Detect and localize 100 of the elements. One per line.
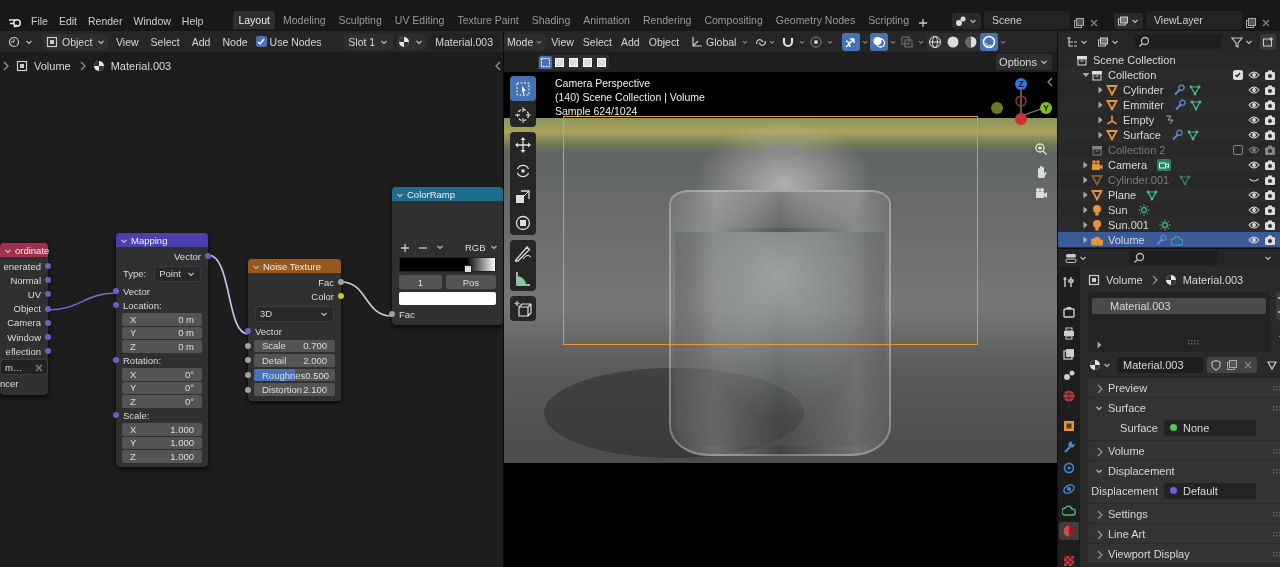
menu-item[interactable]: File: [27, 13, 52, 29]
scene-field[interactable]: Scene: [984, 11, 1070, 29]
node-header[interactable]: ColorRamp: [392, 187, 503, 201]
menu-item[interactable]: Add: [617, 33, 644, 50]
mode-dropdown[interactable]: Mode: [504, 33, 547, 50]
outliner-item-name: Surface: [1123, 128, 1161, 141]
panel-header[interactable]: Viewport Display: [1088, 544, 1280, 563]
menu-item[interactable]: Window: [129, 13, 175, 29]
slot-dropdown[interactable]: Slot 1: [344, 33, 394, 50]
outliner-row[interactable]: Volume: [1058, 232, 1280, 247]
number-field[interactable]: Pos: [445, 275, 496, 289]
property-label: Surface: [1119, 421, 1159, 434]
number-field[interactable]: Z 0°: [122, 395, 202, 408]
outliner-row[interactable]: Cylinder: [1058, 82, 1280, 97]
slider-field[interactable]: Detail 2.000: [254, 354, 335, 367]
outliner-row[interactable]: Scene Collection: [1058, 52, 1280, 67]
menu-item[interactable]: Object: [644, 33, 684, 50]
view-layer-field[interactable]: ViewLayer: [1146, 11, 1242, 29]
socket-label: Vector: [123, 285, 150, 297]
socket-label: Object: [13, 303, 41, 315]
checkbox-label[interactable]: Use Nodes: [269, 35, 322, 48]
workspace-tab[interactable]: Sculpting: [333, 11, 387, 29]
navigation-gizmo[interactable]: Z Y: [986, 74, 1056, 130]
orientation-dropdown[interactable]: Global: [687, 33, 753, 50]
node-card[interactable]: Mapping Vector Type: Point Vector Location: X 0 m Y 0 m Z 0 m Rotation: X 0° Y 0° Z 0° Scale: X 1.000 Y 1.000 Z 1.000: [116, 233, 208, 468]
socket-label: Camera: [7, 317, 41, 329]
socket-label: UV: [27, 288, 41, 300]
breadcrumb-item[interactable]: Volume: [1106, 273, 1143, 286]
menu-item[interactable]: Help: [177, 13, 208, 29]
socket-label: Vector: [174, 250, 201, 262]
outliner-row[interactable]: Cylinder.001: [1058, 172, 1280, 187]
outliner-item-name: Plane: [1108, 188, 1137, 201]
shader-link-field[interactable]: None: [1164, 419, 1256, 436]
socket-label: Color: [311, 290, 334, 302]
menu-item[interactable]: Select: [578, 33, 617, 50]
panel-header[interactable]: Preview: [1088, 378, 1280, 397]
number-field[interactable]: Z 0 m: [122, 340, 202, 353]
viewport-info-text: Sample 624/1024: [555, 105, 639, 117]
number-field[interactable]: X 0°: [122, 368, 202, 381]
panel-header[interactable]: Surface: [1088, 398, 1280, 417]
panel-header[interactable]: Displacement: [1088, 461, 1280, 480]
workspace-tab[interactable]: Texture Paint: [452, 11, 524, 29]
node-header[interactable]: Noise Texture: [248, 259, 341, 273]
slider-field[interactable]: Scale 0.700: [254, 339, 335, 353]
number-field[interactable]: Z 1.000: [122, 450, 202, 463]
menu-item[interactable]: View: [112, 33, 143, 50]
material-slot[interactable]: Material.003: [1092, 298, 1266, 314]
workspace-tab[interactable]: Shading: [526, 11, 576, 29]
outliner-row[interactable]: Empty: [1058, 112, 1280, 127]
node-label: ncer: [0, 377, 19, 389]
shader-link-field[interactable]: Default: [1164, 482, 1256, 499]
mode-dropdown[interactable]: Object: [42, 33, 108, 50]
menu-item[interactable]: Render: [84, 13, 127, 29]
number-field[interactable]: Y 0°: [122, 381, 202, 395]
node-card[interactable]: ColorRamp RGB 1 Pos Fac: [392, 187, 503, 326]
socket-label: enerated: [3, 260, 41, 272]
workspace-tab[interactable]: Layout: [233, 11, 275, 29]
workspace-tab[interactable]: Modeling: [277, 11, 331, 29]
workspace-tab[interactable]: Compositing: [699, 11, 768, 29]
workspace-tab[interactable]: Animation: [578, 11, 635, 29]
socket-label: Scale:: [123, 409, 150, 421]
outliner-item-name: Cylinder: [1123, 83, 1164, 96]
socket-label: Normal: [10, 274, 41, 286]
viewport-info-text: Camera Perspective: [555, 77, 652, 89]
slider-field[interactable]: Distortion2.100: [254, 383, 335, 396]
panel-header[interactable]: Settings: [1088, 504, 1280, 523]
socket-label: Location:: [123, 299, 162, 311]
dropdown[interactable]: 3D: [255, 305, 334, 322]
material-name-field[interactable]: Material.003: [1117, 357, 1203, 373]
outliner-row[interactable]: Collection 2: [1058, 142, 1280, 157]
menu-item[interactable]: Add: [187, 33, 215, 50]
panel-header[interactable]: Volume: [1088, 441, 1280, 460]
menu-item[interactable]: Select: [146, 33, 184, 50]
workspace-tab[interactable]: UV Editing: [389, 11, 450, 29]
number-field[interactable]: 1: [399, 275, 442, 289]
menu-item[interactable]: Node: [218, 33, 252, 50]
material-slot-list[interactable]: Material.003: [1088, 292, 1270, 352]
number-field[interactable]: Y 1.000: [122, 436, 202, 450]
panel-header[interactable]: Line Art: [1088, 524, 1280, 543]
socket-label: Fac: [318, 276, 334, 288]
options-dropdown[interactable]: Options: [996, 54, 1052, 70]
data-block-field[interactable]: m…: [0, 359, 48, 376]
workspace-tab[interactable]: Geometry Nodes: [770, 11, 861, 29]
number-field[interactable]: X 1.000: [122, 423, 202, 436]
outliner-row[interactable]: Sun: [1058, 202, 1280, 217]
breadcrumb-item[interactable]: Material.003: [1182, 273, 1244, 286]
node-header[interactable]: Mapping: [116, 233, 208, 247]
menu-item[interactable]: View: [547, 33, 578, 50]
dropdown[interactable]: Point: [154, 265, 201, 282]
menu-item[interactable]: Edit: [54, 13, 81, 29]
property-label: Displacement: [1090, 484, 1159, 497]
breadcrumb-item[interactable]: Material.003: [110, 60, 172, 72]
viewport-info-text: (140) Scene Collection | Volume: [555, 91, 705, 103]
number-field[interactable]: X 0 m: [122, 313, 202, 326]
workspace-tab[interactable]: Rendering: [637, 11, 697, 29]
outliner-item-name: Emmiter: [1123, 98, 1164, 111]
number-field[interactable]: Y 0 m: [122, 326, 202, 340]
breadcrumb-item[interactable]: Volume: [34, 60, 71, 72]
workspace-tab[interactable]: Scripting: [863, 11, 914, 29]
material-name-field[interactable]: Material.003: [429, 33, 499, 50]
